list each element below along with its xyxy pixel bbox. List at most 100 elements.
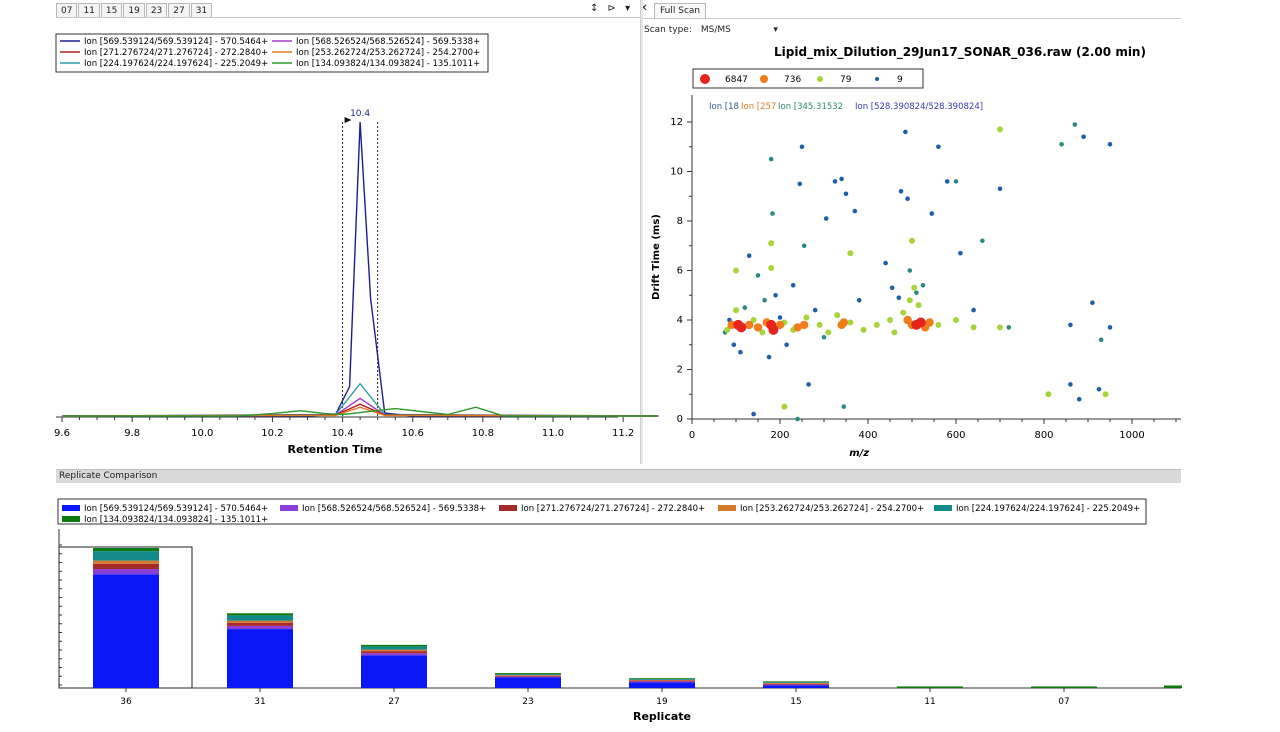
bar-segment-11[interactable] [897, 686, 963, 688]
bar-segment-15[interactable] [763, 682, 829, 683]
scatter-point [1107, 142, 1113, 147]
bar-legend-label: Ion [271.276724/271.276724] - 272.2840+ [521, 504, 705, 514]
ion-label: Ion [528.390824/528.390824] [855, 102, 983, 112]
scatter-point [812, 307, 818, 313]
scatter-point [896, 295, 902, 300]
scatter-point [839, 318, 848, 327]
bar-segment-27[interactable] [361, 644, 427, 647]
legend-label: Ion [134.093824/134.093824] - 135.1011+ [296, 59, 480, 69]
bar-segment-36[interactable] [93, 548, 159, 552]
scatter-point [768, 156, 774, 162]
chromatogram-series-4 [61, 406, 659, 417]
scatter-point [906, 297, 913, 304]
bar-segment-19[interactable] [629, 678, 695, 680]
bar-segment-15[interactable] [763, 683, 829, 685]
scatter-point [997, 126, 1003, 133]
bar-segment-23[interactable] [495, 673, 561, 674]
bar-segment-23[interactable] [495, 675, 561, 677]
tab-full-scan[interactable]: Full Scan [654, 3, 707, 19]
bar-segment-31[interactable] [227, 622, 293, 626]
scatter-point [887, 317, 893, 323]
scatter-point [900, 309, 907, 316]
scatter-point [777, 315, 783, 320]
scatter-point [915, 317, 926, 328]
scatter-point [768, 265, 775, 271]
chromatogram-series-1 [61, 382, 659, 417]
scatter-legend-label: 736 [784, 75, 801, 85]
bar-segment-23[interactable] [495, 677, 561, 688]
scatter-point [768, 324, 779, 335]
bar-segment-36[interactable] [93, 569, 159, 575]
chromatogram-x-axis-label: Retention Time [288, 443, 383, 456]
scatter-point [746, 253, 752, 258]
scatter-point [1076, 396, 1082, 402]
scatter-point [803, 314, 810, 321]
bar-segment-31[interactable] [227, 629, 293, 688]
scatter-legend-label: 6847 [725, 75, 748, 85]
ion-label: Ion [18 [709, 102, 739, 112]
chromatogram-series-0 [62, 121, 659, 417]
bar-segment-31[interactable] [227, 620, 293, 623]
bar-segment-19[interactable] [629, 680, 695, 682]
bar-x-tick-label: 15 [790, 697, 801, 707]
scatter-point [834, 312, 841, 319]
legend-label: Ion [569.539124/569.539124] - 570.5464+ [84, 37, 268, 47]
x-tick-label: 0 [689, 430, 695, 441]
bar-segment-19[interactable] [629, 679, 695, 680]
scatter-point [770, 211, 775, 216]
scatter-legend-label: 79 [840, 75, 852, 85]
y-tick-label: 10 [670, 167, 683, 178]
bar-segment-36[interactable] [93, 551, 159, 561]
scatter-point [784, 342, 789, 348]
bar-segment-19[interactable] [629, 682, 695, 688]
bar-segment-27[interactable] [361, 653, 427, 656]
bar-segment-31[interactable] [227, 625, 293, 630]
bar-segment-07[interactable] [1031, 686, 1097, 688]
bar-segment-partial[interactable] [1164, 685, 1182, 689]
bar-segment-19[interactable] [629, 681, 695, 683]
bar-segment-23[interactable] [495, 673, 561, 676]
bar-segment-23[interactable] [495, 676, 561, 678]
bar-segment-31[interactable] [227, 613, 293, 616]
bar-x-tick-label: 36 [120, 697, 132, 707]
x-tick-label: 10.0 [191, 428, 213, 439]
chromatogram-legend: Ion [569.539124/569.539124] - 570.5464+ I… [55, 33, 489, 73]
x-tick-label: 9.8 [124, 428, 140, 439]
bar-segment-36[interactable] [93, 563, 159, 570]
bar-segment-27[interactable] [361, 646, 427, 650]
bar-segment-27[interactable] [361, 649, 427, 652]
x-tick-label: 10.6 [402, 428, 424, 439]
bar-segment-36[interactable] [93, 560, 159, 564]
scatter-point [898, 189, 904, 194]
scatter-point [738, 349, 743, 355]
scatter-point [914, 290, 919, 296]
drift-time-scatter-chart: Lipid_mix_Dilution_29Jun17_SONAR_036.raw… [651, 45, 1181, 459]
x-tick-label: 11.0 [542, 428, 564, 439]
bar-segment-23[interactable] [495, 675, 561, 676]
scan-type-row: Scan type: MS/MS ▾ [644, 23, 778, 37]
chromatogram-series-3 [61, 403, 659, 417]
bar-segment-19[interactable] [629, 679, 695, 681]
bar-segment-15[interactable] [763, 685, 829, 688]
scatter-point [860, 326, 867, 333]
scatter-point [997, 186, 1003, 192]
scatter-point [795, 416, 800, 422]
scatter-point [821, 335, 827, 340]
bar-segment-15[interactable] [763, 684, 829, 686]
bar-segment-27[interactable] [361, 651, 427, 654]
bar-segment-15[interactable] [763, 681, 829, 683]
peak-label: 10.4 [350, 109, 370, 119]
y-tick-label: 0 [677, 414, 683, 425]
scan-type-select[interactable]: MS/MS ▾ [698, 23, 778, 37]
bar-segment-27[interactable] [361, 655, 427, 688]
bar-segment-31[interactable] [227, 615, 293, 621]
scatter-point [773, 293, 778, 298]
bar-segment-15[interactable] [763, 682, 829, 684]
scatter-point [944, 179, 950, 184]
y-tick-label: 4 [677, 315, 683, 326]
chevron-down-icon: ▾ [773, 25, 778, 35]
scatter-point [905, 196, 910, 201]
bar-segment-36[interactable] [93, 574, 159, 688]
bar-legend-swatch [280, 505, 298, 511]
y-tick-label: 2 [677, 365, 683, 376]
